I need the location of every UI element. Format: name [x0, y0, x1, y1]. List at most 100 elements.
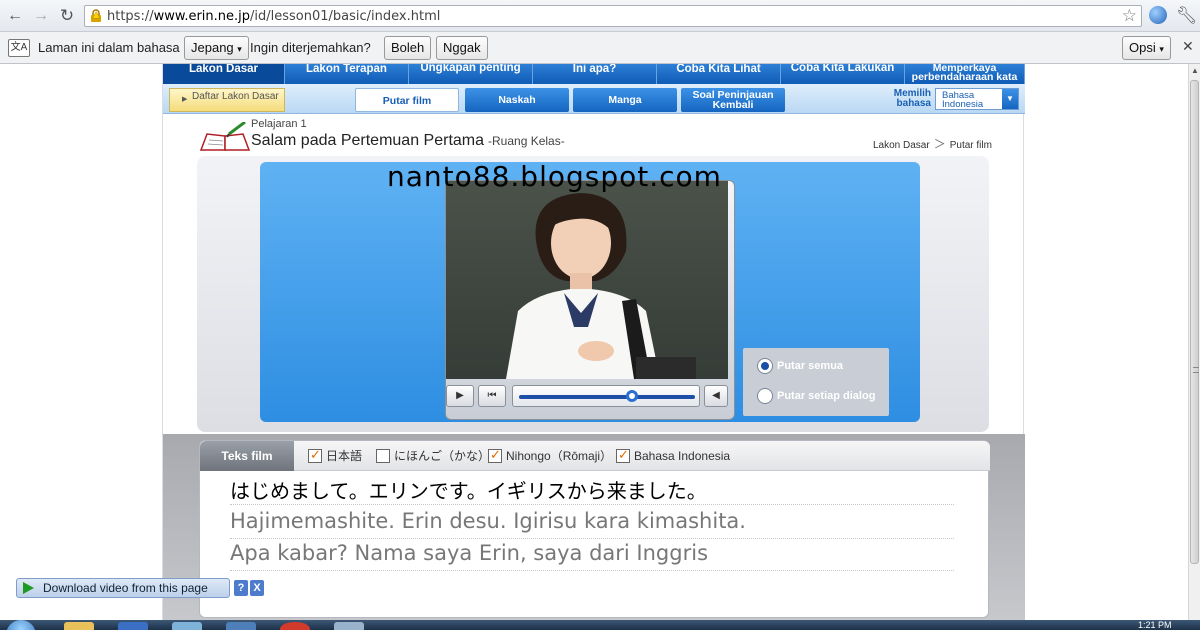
browser-toolbar: ← → ↻ https://www.erin.ne.jp/id/lesson01… — [0, 0, 1200, 32]
translate-message: Laman ini dalam bahasa — [38, 40, 180, 55]
checkbox-label: Bahasa Indonesia — [634, 449, 731, 463]
seek-track — [519, 395, 695, 399]
language-label: Memilih bahasa — [893, 88, 931, 109]
breadcrumb-putar-film: Putar film — [949, 140, 992, 151]
erin-site: Lakon Dasar Lakon Terapan Ungkapan penti… — [162, 64, 1025, 620]
checkbox[interactable] — [488, 447, 502, 463]
option-putar-setiap-dialog[interactable]: Putar setiap dialog — [757, 386, 875, 406]
scroll-grip — [1193, 367, 1199, 373]
translate-no-button[interactable]: Nggak — [436, 36, 488, 60]
breadcrumb-lakon-dasar[interactable]: Lakon Dasar — [873, 140, 930, 151]
close-icon[interactable]: ✕ — [1182, 38, 1194, 55]
checkbox-label: Nihongo（Rōmaji） — [506, 449, 613, 463]
checkbox-indonesian[interactable]: Bahasa Indonesia — [616, 447, 731, 464]
download-label: Download video from this page — [43, 581, 208, 595]
volume-icon[interactable]: ◀ — [704, 385, 728, 407]
site-language-select[interactable]: Bahasa Indonesia ▼ — [935, 88, 1019, 110]
nav-ungkapan-penting[interactable]: Ungkapan penting — [409, 64, 533, 84]
watermark-text: nanto88.blogspot.com — [387, 160, 722, 193]
tab-putar-film[interactable]: Putar film — [355, 88, 459, 112]
chrome-app-icon[interactable] — [280, 622, 310, 630]
globe-icon[interactable] — [1149, 6, 1167, 24]
nav-perbendaharaan-kata[interactable]: Memperkaya perbendaharaan kata — [905, 64, 1025, 84]
play-icon[interactable]: ▶ — [446, 385, 474, 407]
seek-knob[interactable] — [626, 390, 638, 402]
video-frame[interactable] — [446, 181, 728, 379]
scroll-up-icon[interactable]: ▲ — [1189, 64, 1200, 78]
app-icon[interactable] — [334, 622, 364, 630]
chevron-down-icon: ▾ — [1159, 44, 1164, 54]
nav-coba-kita-lihat[interactable]: Coba Kita Lihat — [657, 64, 781, 84]
checkbox-label: 日本語 — [326, 449, 363, 463]
checkbox-japanese[interactable]: 日本語 — [308, 447, 363, 464]
tab-naskah[interactable]: Naskah — [465, 88, 569, 112]
subtitle-section: Teks film 日本語 にほんご（かな） Nihongo（Rōmaji） — [163, 434, 1025, 620]
windows-taskbar: 1:21 PM — [0, 620, 1200, 630]
folder-app-icon[interactable] — [64, 622, 94, 630]
teks-film-tab[interactable]: Teks film — [200, 441, 294, 471]
download-video-button[interactable]: Download video from this page — [16, 578, 230, 598]
daftar-label: Daftar Lakon Dasar — [192, 91, 279, 102]
checkbox-romaji[interactable]: Nihongo（Rōmaji） — [488, 447, 613, 464]
nav-lakon-dasar[interactable]: Lakon Dasar — [163, 64, 285, 84]
url-text: https://www.erin.ne.jp/id/lesson01/basic… — [107, 9, 441, 24]
lock-warning-icon — [91, 9, 101, 22]
translate-yes-button[interactable]: Boleh — [384, 36, 432, 60]
top-navigation: Lakon Dasar Lakon Terapan Ungkapan penti… — [163, 64, 1025, 84]
language-select[interactable]: Jepang ▾ — [184, 36, 249, 60]
help-button[interactable]: ? — [234, 580, 248, 596]
lesson-title-text: Salam pada Pertemuan Pertama — [251, 132, 485, 149]
chevron-down-icon: ▾ — [237, 44, 242, 54]
chevron-right-icon: ＞ — [933, 137, 946, 151]
radio-button[interactable] — [757, 388, 773, 404]
video-still-image — [446, 181, 728, 379]
address-bar[interactable]: https://www.erin.ne.jp/id/lesson01/basic… — [84, 5, 1142, 27]
translate-options-button[interactable]: Opsi ▾ — [1122, 36, 1171, 60]
checkbox-label: にほんご（かな） — [394, 449, 491, 463]
site-language-value: Bahasa Indonesia — [942, 90, 984, 110]
player-controls: ▶ ⏮︎ ◀ — [446, 383, 728, 409]
forward-arrow-icon[interactable]: → — [30, 6, 52, 26]
word-app-icon[interactable] — [118, 622, 148, 630]
sub-navigation: ▶ Daftar Lakon Dasar Putar film Naskah M… — [163, 84, 1025, 114]
lesson-subtitle: -Ruang Kelas- — [488, 134, 565, 148]
nav-lakon-terapan[interactable]: Lakon Terapan — [285, 64, 409, 84]
translate-icon: 文A — [8, 39, 30, 57]
translate-infobar: 文A Laman ini dalam bahasa Jepang ▾ Ingin… — [0, 32, 1200, 64]
back-arrow-icon[interactable]: ← — [4, 6, 26, 26]
option-label: Putar semua — [777, 360, 844, 372]
start-orb-icon[interactable] — [6, 620, 36, 630]
breadcrumb: Lakon Dasar ＞ Putar film — [873, 135, 992, 152]
nav-ini-apa[interactable]: Ini apa? — [533, 64, 657, 84]
vertical-scrollbar[interactable]: ▲ — [1188, 64, 1200, 620]
bookmark-star-icon[interactable]: ☆ — [1122, 6, 1137, 26]
language-select-value: Jepang — [191, 40, 234, 55]
page-viewport: Lakon Dasar Lakon Terapan Ungkapan penti… — [0, 64, 1188, 620]
subtitle-card: Teks film 日本語 にほんご（かな） Nihongo（Rōmaji） — [199, 440, 990, 618]
rewind-icon[interactable]: ⏮︎ — [478, 385, 506, 407]
checkbox[interactable] — [308, 447, 322, 463]
scroll-thumb[interactable] — [1190, 80, 1199, 564]
close-button[interactable]: X — [250, 580, 264, 596]
app-icon[interactable] — [226, 622, 256, 630]
clock: 1:21 PM — [1138, 620, 1172, 630]
tab-soal-peninjauan[interactable]: Soal Peninjauan Kembali — [681, 88, 785, 112]
wrench-icon[interactable]: 🔧︎ — [1176, 6, 1198, 26]
reload-icon[interactable]: ↻ — [56, 6, 78, 26]
translate-question: Ingin diterjemahkan? — [250, 40, 371, 55]
checkbox[interactable] — [616, 447, 630, 463]
daftar-lakon-dasar-button[interactable]: ▶ Daftar Lakon Dasar — [169, 88, 285, 112]
tab-manga[interactable]: Manga — [573, 88, 677, 112]
option-label: Putar setiap dialog — [777, 390, 876, 402]
triangle-right-icon: ▶ — [182, 96, 188, 103]
video-player: ▶ ⏮︎ ◀ — [445, 180, 735, 420]
window-app-icon[interactable] — [172, 622, 202, 630]
checkbox-kana[interactable]: にほんご（かな） — [376, 448, 490, 464]
options-label: Opsi — [1129, 40, 1156, 55]
nav-coba-kita-lakukan[interactable]: Coba Kita Lakukan — [781, 64, 905, 84]
radio-button[interactable] — [757, 358, 773, 374]
option-putar-semua[interactable]: Putar semua — [757, 356, 843, 376]
seek-bar[interactable] — [512, 385, 700, 407]
page-title: Salam pada Pertemuan Pertama -Ruang Kelas… — [251, 132, 565, 150]
checkbox[interactable] — [376, 449, 390, 463]
